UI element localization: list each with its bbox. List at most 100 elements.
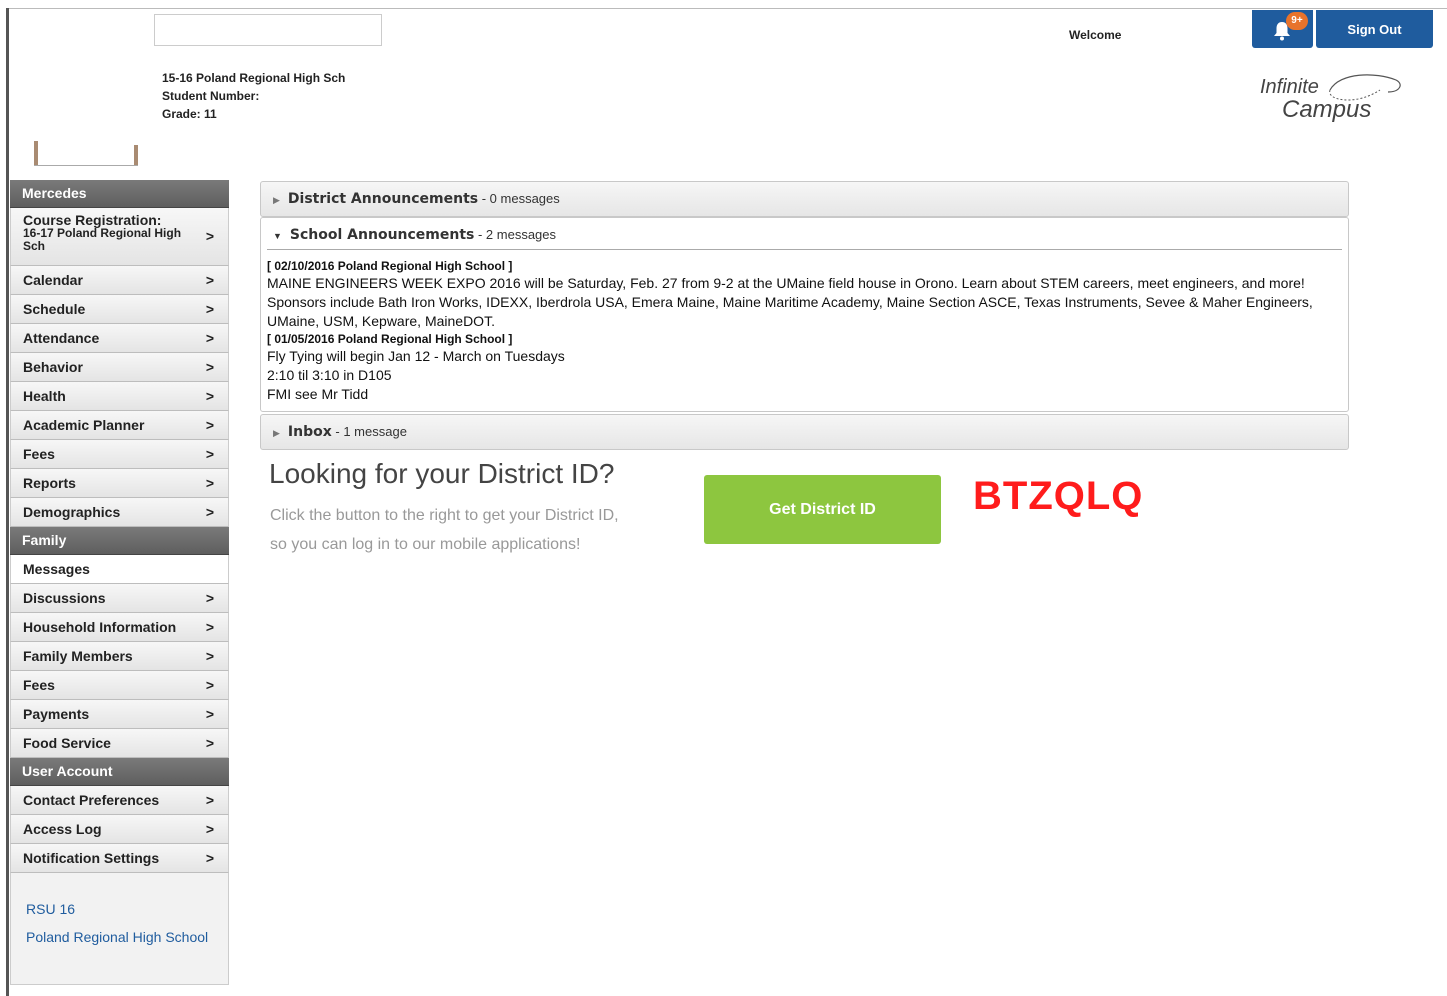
student-number: Student Number:	[162, 89, 260, 103]
chevron-right-icon: >	[205, 446, 214, 462]
photo-edge	[134, 145, 138, 165]
collapse-triangle-icon: ▼	[273, 231, 282, 241]
chevron-right-icon: >	[205, 590, 214, 606]
chevron-right-icon: >	[205, 706, 214, 722]
school-name: 15-16 Poland Regional High Sch	[162, 71, 346, 85]
photo-edge	[34, 141, 38, 165]
notification-count-badge: 9+	[1286, 12, 1308, 30]
inbox-header[interactable]: ▶ Inbox - 1 message	[261, 415, 1348, 449]
sidebar-item-access-log[interactable]: Access Log >	[10, 815, 229, 844]
sidebar-item-label: Payments	[23, 706, 90, 722]
chevron-right-icon: >	[205, 330, 214, 346]
school-announcements-header[interactable]: ▼ School Announcements - 2 messages	[267, 218, 1342, 250]
sidebar-item-label: Discussions	[23, 590, 106, 606]
student-grade: Grade: 11	[162, 107, 217, 121]
chevron-right-icon: >	[205, 504, 214, 520]
sign-out-button[interactable]: Sign Out	[1316, 10, 1433, 48]
sidebar-item-label: Schedule	[23, 301, 86, 317]
sidebar-item-health[interactable]: Health >	[10, 382, 229, 411]
sidebar-item-discussions[interactable]: Discussions >	[10, 584, 229, 613]
district-link[interactable]: RSU 16	[26, 901, 228, 917]
sidebar-item-reports[interactable]: Reports >	[10, 469, 229, 498]
sidebar-item-label: Contact Preferences	[23, 792, 160, 808]
announcement-text: Fly Tying will begin Jan 12 - March on T…	[267, 348, 565, 364]
sidebar-item-label: Food Service	[23, 735, 111, 751]
chevron-right-icon: >	[205, 475, 214, 491]
district-id-title: Looking for your District ID?	[269, 458, 615, 489]
sidebar-item-household-information[interactable]: Household Information >	[10, 613, 229, 642]
sidebar-item-payments[interactable]: Payments >	[10, 700, 229, 729]
panel-title: District Announcements	[287, 191, 479, 207]
student-photo	[34, 28, 138, 166]
sidebar-item-notification-settings[interactable]: Notification Settings >	[10, 844, 229, 873]
sidebar-item-label: Calendar	[23, 272, 83, 288]
student-name-box	[154, 14, 382, 46]
announcements-body: [ 02/10/2016 Poland Regional High School…	[261, 250, 1348, 410]
sidebar-item-label: Notification Settings	[23, 850, 160, 866]
top-rule	[6, 8, 1447, 9]
sidebar-item-family-fees[interactable]: Fees >	[10, 671, 229, 700]
chevron-right-icon: >	[205, 648, 214, 664]
panel-title: Inbox	[287, 424, 332, 440]
sidebar-item-label: Messages	[23, 561, 90, 577]
sidebar-item-label: Health	[23, 388, 66, 404]
chevron-right-icon: >	[205, 677, 214, 693]
sidebar-item-label: Fees	[23, 677, 55, 693]
inbox-panel: ▶ Inbox - 1 message	[260, 414, 1349, 450]
announcement-text: 2:10 til 3:10 in D105	[267, 367, 392, 383]
sidebar-item-attendance[interactable]: Attendance >	[10, 324, 229, 353]
sidebar-item-contact-preferences[interactable]: Contact Preferences >	[10, 786, 229, 815]
panel-title: School Announcements	[289, 227, 475, 243]
sidebar-item-behavior[interactable]: Behavior >	[10, 353, 229, 382]
sidebar-item-label: Access Log	[23, 821, 102, 837]
sidebar-item-food-service[interactable]: Food Service >	[10, 729, 229, 758]
announcement-text: MAINE ENGINEERS WEEK EXPO 2016 will be S…	[267, 275, 1313, 329]
sidebar-item-label: Demographics	[23, 504, 121, 520]
expand-triangle-icon: ▶	[273, 195, 280, 205]
sidebar-item-calendar[interactable]: Calendar >	[10, 266, 229, 295]
message-count: - 0 messages	[478, 191, 560, 206]
announcement-text: FMI see Mr Tidd	[267, 386, 369, 402]
infinite-campus-logo: Infinite Campus	[1258, 70, 1408, 126]
sidebar-item-label: Reports	[23, 475, 76, 491]
district-announcements-header[interactable]: ▶ District Announcements - 0 messages	[261, 182, 1348, 216]
school-link[interactable]: Poland Regional High School	[26, 929, 228, 945]
student-info: 15-16 Poland Regional High Sch Student N…	[162, 69, 345, 123]
sidebar-item-demographics[interactable]: Demographics >	[10, 498, 229, 527]
sidebar-item-sublabel: 16-17 Poland Regional High Sch	[23, 226, 182, 253]
sidebar-item-label: Household Information	[23, 619, 177, 635]
district-announcements-panel: ▶ District Announcements - 0 messages	[260, 181, 1349, 217]
window-edge	[6, 8, 9, 996]
chevron-right-icon: >	[205, 619, 214, 635]
sidebar-item-schedule[interactable]: Schedule >	[10, 295, 229, 324]
district-id-description: so you can log in to our mobile applicat…	[270, 536, 581, 553]
chevron-right-icon: >	[205, 417, 214, 433]
chevron-right-icon: >	[205, 792, 214, 808]
sidebar-item-label: Academic Planner	[23, 417, 145, 433]
sidebar-item-label: Fees	[23, 446, 55, 462]
sidebar-item-messages[interactable]: Messages	[10, 555, 229, 584]
sidebar-section-user-account: User Account	[10, 758, 229, 786]
chevron-right-icon: >	[205, 359, 214, 375]
sidebar-item-label: Behavior	[23, 359, 83, 375]
school-announcements-panel: ▼ School Announcements - 2 messages [ 02/…	[260, 217, 1349, 412]
sidebar-item-family-members[interactable]: Family Members >	[10, 642, 229, 671]
district-id-description: Click the button to the right to get you…	[270, 507, 619, 524]
notifications-button[interactable]: 9+	[1252, 10, 1313, 48]
sidebar-section-family: Family	[10, 527, 229, 555]
chevron-right-icon: >	[205, 388, 214, 404]
sidebar-item-course-registration[interactable]: Course Registration: 16-17 Poland Region…	[10, 208, 229, 266]
chevron-right-icon: >	[205, 301, 214, 317]
welcome-text: Welcome	[1069, 28, 1122, 42]
sidebar: Mercedes Course Registration: 16-17 Pola…	[10, 180, 229, 985]
chevron-right-icon: >	[205, 821, 214, 837]
sidebar-item-label: Attendance	[23, 330, 100, 346]
district-id-code: BTZQLQ	[973, 474, 1144, 518]
sidebar-item-fees[interactable]: Fees >	[10, 440, 229, 469]
sidebar-item-academic-planner[interactable]: Academic Planner >	[10, 411, 229, 440]
chevron-right-icon: >	[205, 850, 214, 866]
sidebar-footer: RSU 16 Poland Regional High School	[10, 873, 229, 985]
announcement-header: [ 01/05/2016 Poland Regional High School…	[267, 332, 513, 346]
get-district-id-button[interactable]: Get District ID	[704, 475, 941, 544]
sidebar-section-student: Mercedes	[10, 180, 229, 208]
